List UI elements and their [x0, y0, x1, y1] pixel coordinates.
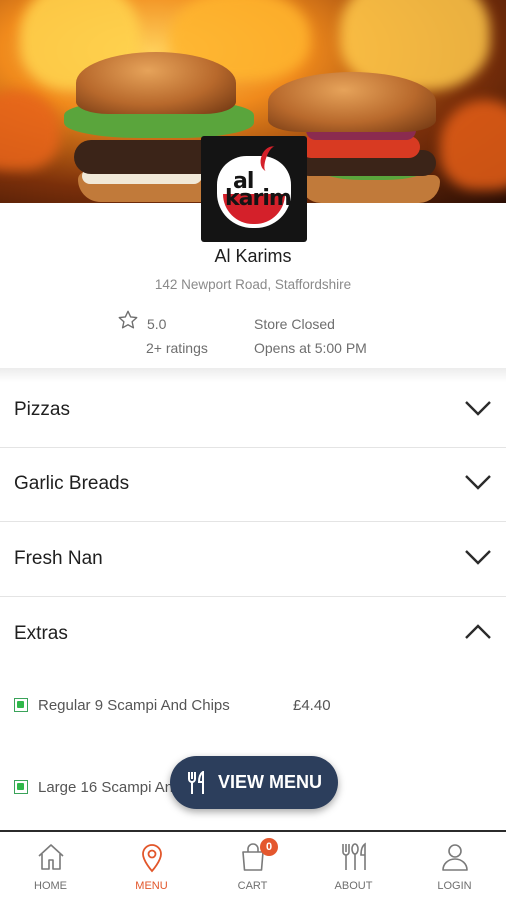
star-icon [118, 310, 138, 329]
tab-home[interactable]: HOME [0, 832, 101, 902]
logo-text-karim: karim [225, 186, 292, 211]
item-name: Regular 9 Scampi And Chips [38, 697, 230, 714]
restaurant-logo: al karim [201, 136, 307, 242]
chevron-down-icon [465, 401, 491, 416]
category-label: Garlic Breads [14, 473, 130, 494]
tab-login[interactable]: LOGIN [404, 832, 505, 902]
home-icon [38, 844, 64, 870]
view-menu-label: VIEW MENU [218, 772, 323, 792]
category-pizzas[interactable]: Pizzas [0, 373, 506, 448]
bottom-tab-bar: HOME MENU 0 CART ABOUT LOGIN [0, 830, 506, 902]
category-fresh-nan[interactable]: Fresh Nan [0, 522, 506, 597]
category-garlic-breads[interactable]: Garlic Breads [0, 447, 506, 522]
store-opening-time: Opens at 5:00 PM [254, 340, 367, 356]
category-extras[interactable]: Extras [0, 597, 506, 671]
chevron-down-icon [465, 475, 491, 490]
tab-label: CART [237, 880, 268, 892]
tab-cart[interactable]: 0 CART [202, 832, 303, 902]
tab-menu[interactable]: MENU [101, 832, 202, 902]
chevron-down-icon [465, 550, 491, 565]
tab-label: HOME [34, 880, 67, 892]
cart-count-badge: 0 [260, 838, 278, 856]
veg-indicator-icon [14, 780, 28, 794]
location-pin-icon [142, 844, 162, 873]
item-price: £4.40 [293, 697, 331, 714]
rating-value: 5.0 [147, 316, 167, 332]
ratings-count: 2+ ratings [146, 340, 208, 356]
view-menu-button[interactable]: VIEW MENU [170, 756, 338, 809]
menu-item[interactable]: Regular 9 Scampi And Chips £4.40 [0, 686, 506, 726]
veg-indicator-icon [14, 698, 28, 712]
tab-label: MENU [135, 880, 168, 892]
tab-label: ABOUT [334, 880, 373, 892]
user-icon [442, 844, 468, 871]
cutlery-icon [342, 842, 366, 870]
cutlery-icon [188, 771, 204, 794]
store-address: 142 Newport Road, Staffordshire [154, 277, 352, 292]
chevron-up-icon [465, 624, 491, 639]
category-label: Pizzas [14, 399, 70, 420]
tab-about[interactable]: ABOUT [303, 832, 404, 902]
store-name: Al Karims [214, 246, 292, 266]
tab-label: LOGIN [437, 880, 472, 892]
category-label: Fresh Nan [14, 548, 103, 569]
store-status: Store Closed [254, 316, 335, 332]
category-label: Extras [14, 623, 68, 644]
